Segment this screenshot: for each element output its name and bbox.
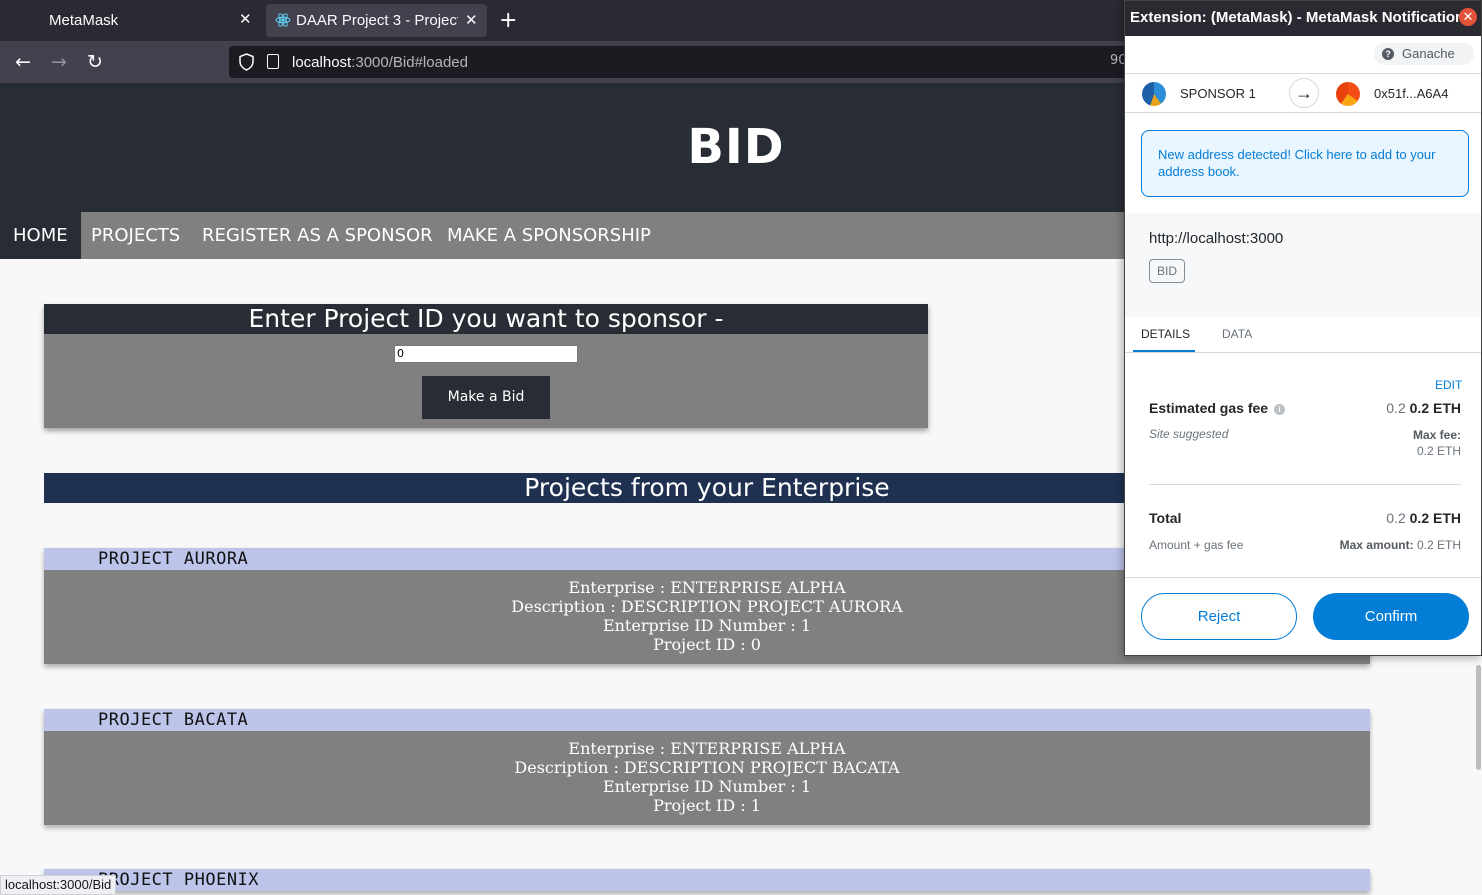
total-label: Total — [1149, 510, 1182, 526]
site-suggested-label: Site suggested — [1149, 427, 1229, 441]
reject-button[interactable]: Reject — [1141, 593, 1297, 640]
total-value: 0.2 0.2 ETH — [1386, 510, 1461, 526]
account-transfer-row: SPONSOR 1 → 0x51f...A6A4 — [1125, 73, 1481, 113]
bid-form-title: Enter Project ID you want to sponsor - — [44, 304, 928, 334]
origin-section: http://localhost:3000 BID — [1125, 213, 1481, 317]
tab-daar-project[interactable]: DAAR Project 3 - Project Sponsorship ✕ — [266, 4, 487, 37]
forward-arrow-icon[interactable]: → — [47, 50, 71, 74]
menu-item-register-sponsor[interactable]: REGISTER AS A SPONSOR — [189, 212, 446, 259]
url-bar[interactable]: localhost:3000/Bid#loaded — [229, 46, 1129, 78]
reload-icon[interactable]: ↻ — [83, 50, 107, 74]
sender-avatar — [1142, 82, 1166, 106]
project-enterprise: Enterprise : ENTERPRISE ALPHA — [568, 739, 846, 758]
confirm-button[interactable]: Confirm — [1313, 593, 1469, 640]
menu-item-projects[interactable]: PROJECTS — [78, 212, 193, 259]
method-tag: BID — [1149, 259, 1186, 283]
tab-metamask[interactable]: MetaMask ✕ — [0, 0, 262, 41]
max-fee: Max fee: 0.2 ETH — [1412, 428, 1461, 458]
back-arrow-icon[interactable]: ← — [11, 50, 35, 74]
project-details: Enterprise : ENTERPRISE ALPHA Descriptio… — [44, 731, 1370, 825]
url-text: localhost:3000/Bid#loaded — [292, 54, 468, 71]
recipient-address[interactable]: 0x51f...A6A4 — [1374, 86, 1448, 101]
project-enterprise-id: Enterprise ID Number : 1 — [602, 777, 812, 796]
make-bid-button[interactable]: Make a Bid — [422, 376, 550, 419]
close-tab-icon[interactable]: ✕ — [465, 11, 478, 29]
close-tab-icon[interactable]: ✕ — [239, 10, 252, 28]
menu-item-make-sponsorship[interactable]: MAKE A SPONSORSHIP — [434, 212, 664, 259]
menu-item-home[interactable]: HOME — [0, 212, 81, 259]
react-logo-icon — [275, 13, 291, 27]
tab-data[interactable]: DATA — [1222, 327, 1252, 341]
project-description: Description : DESCRIPTION PROJECT BACATA — [514, 758, 900, 777]
close-icon[interactable]: ✕ — [1459, 8, 1477, 26]
edit-gas-link[interactable]: EDIT — [1435, 378, 1462, 392]
shield-icon[interactable] — [238, 53, 255, 71]
project-name: PROJECT PHOENIX — [44, 869, 1370, 891]
page-scrollbar[interactable] — [1476, 665, 1481, 770]
divider — [1125, 577, 1481, 578]
recipient-avatar — [1336, 82, 1360, 106]
origin-url: http://localhost:3000 — [1149, 230, 1284, 247]
max-amount: Max amount: 0.2 ETH — [1339, 538, 1461, 552]
project-card: PROJECT BACATA Enterprise : ENTERPRISE A… — [44, 709, 1370, 825]
tab-label: DAAR Project 3 - Project Sponsorship — [296, 12, 458, 29]
gas-fee-label: Estimated gas fee i — [1149, 400, 1285, 416]
help-icon: ? — [1382, 48, 1394, 60]
sender-account[interactable]: SPONSOR 1 — [1180, 86, 1256, 101]
project-id: Project ID : 1 — [653, 796, 761, 815]
project-name: PROJECT BACATA — [44, 709, 1370, 731]
project-id-input[interactable]: 0 — [394, 345, 578, 363]
network-selector[interactable]: ? Ganache — [1374, 43, 1474, 65]
new-tab-plus-icon[interactable]: + — [499, 8, 517, 33]
link-status-bar: localhost:3000/Bid — [0, 875, 117, 895]
metamask-popup: Extension: (MetaMask) - MetaMask Notific… — [1124, 0, 1482, 656]
tab-label: MetaMask — [49, 12, 119, 29]
network-label: Ganache — [1402, 46, 1455, 61]
gas-fee-value: 0.2 0.2 ETH — [1386, 400, 1461, 416]
project-card: PROJECT PHOENIX — [44, 869, 1370, 891]
active-tab-indicator — [1133, 350, 1195, 352]
divider — [1149, 484, 1461, 485]
page-icon — [267, 54, 279, 69]
arrow-right-icon: → — [1289, 78, 1319, 108]
info-icon[interactable]: i — [1273, 404, 1285, 415]
popup-title-bar: Extension: (MetaMask) - MetaMask Notific… — [1125, 1, 1481, 36]
detail-tabs: DETAILS DATA — [1125, 317, 1481, 353]
bid-form: Enter Project ID you want to sponsor - 0… — [44, 304, 928, 428]
new-address-alert[interactable]: New address detected! Click here to add … — [1141, 130, 1469, 197]
tab-details[interactable]: DETAILS — [1141, 327, 1190, 341]
amount-gas-label: Amount + gas fee — [1149, 538, 1244, 552]
